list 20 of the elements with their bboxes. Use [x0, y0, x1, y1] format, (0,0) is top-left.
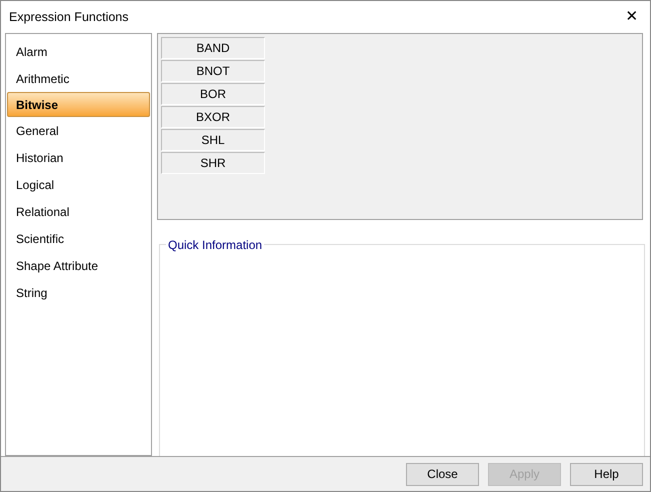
- function-button[interactable]: BNOT: [161, 60, 265, 82]
- close-button[interactable]: ✕: [618, 5, 646, 29]
- category-item[interactable]: Relational: [7, 198, 150, 225]
- function-button[interactable]: BAND: [161, 37, 265, 59]
- category-item[interactable]: Arithmetic: [7, 65, 150, 92]
- window-title: Expression Functions: [9, 8, 129, 26]
- category-item[interactable]: Historian: [7, 144, 150, 171]
- function-button[interactable]: BOR: [161, 83, 265, 105]
- function-button[interactable]: SHR: [161, 152, 265, 174]
- category-item[interactable]: Scientific: [7, 225, 150, 252]
- category-item[interactable]: Alarm: [7, 38, 150, 65]
- category-item[interactable]: Bitwise: [7, 92, 150, 117]
- category-item[interactable]: Shape Attribute: [7, 252, 150, 279]
- function-button[interactable]: SHL: [161, 129, 265, 151]
- function-button[interactable]: BXOR: [161, 106, 265, 128]
- category-item[interactable]: Logical: [7, 171, 150, 198]
- dialog-button[interactable]: Help: [570, 462, 643, 486]
- category-item[interactable]: String: [7, 279, 150, 306]
- dialog-button[interactable]: Close: [406, 462, 479, 486]
- category-item[interactable]: General: [7, 117, 150, 144]
